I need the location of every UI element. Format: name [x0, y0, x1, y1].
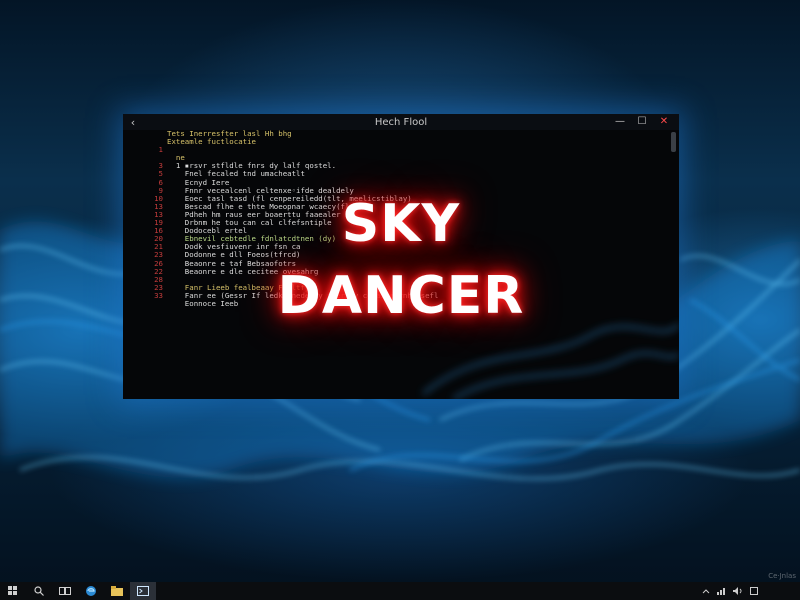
code-text: Exteamle fuctlocatie [167, 137, 256, 147]
back-button[interactable]: ‹ [123, 116, 143, 129]
title-line-1: SKY [341, 194, 461, 254]
task-view-button[interactable] [52, 582, 78, 600]
volume-icon[interactable] [732, 582, 744, 600]
window-title: Hech Flool [374, 116, 428, 128]
line-number [127, 130, 167, 138]
network-icon[interactable] [716, 582, 728, 600]
line-number: 1 [158, 145, 163, 155]
minimize-button[interactable]: — [609, 114, 631, 130]
file-explorer-button[interactable] [104, 582, 130, 600]
watermark: Ce·Jnlas [768, 572, 796, 580]
maximize-button[interactable]: ☐ [631, 114, 653, 130]
edge-icon [86, 586, 96, 596]
chevron-up-icon[interactable] [700, 582, 712, 600]
window-controls: — ☐ ✕ [609, 114, 675, 130]
terminal-taskbar-button[interactable] [130, 582, 156, 600]
window-titlebar[interactable]: ‹ Hech Flool — ☐ ✕ [123, 114, 679, 130]
taskbar [0, 582, 800, 600]
search-button[interactable] [26, 582, 52, 600]
scrollbar-thumb[interactable] [671, 132, 676, 152]
terminal-window: ‹ Hech Flool — ☐ ✕ Tets Inerresfter lasl… [123, 114, 679, 399]
edge-button[interactable] [78, 582, 104, 600]
close-button[interactable]: ✕ [653, 114, 675, 130]
task-view-icon [59, 587, 71, 595]
notification-icon[interactable] [748, 582, 760, 600]
system-tray [700, 582, 760, 600]
code-line: Exteamle fuctlocatie [127, 137, 667, 147]
start-button[interactable] [0, 582, 26, 600]
terminal-icon [137, 586, 149, 596]
code-line: 1 [127, 146, 667, 154]
search-icon [34, 586, 44, 596]
title-line-2: DANCER [277, 266, 525, 326]
sky-dancer-title: SKY DANCER [123, 192, 679, 328]
folder-icon [111, 586, 123, 596]
windows-icon [8, 586, 17, 595]
